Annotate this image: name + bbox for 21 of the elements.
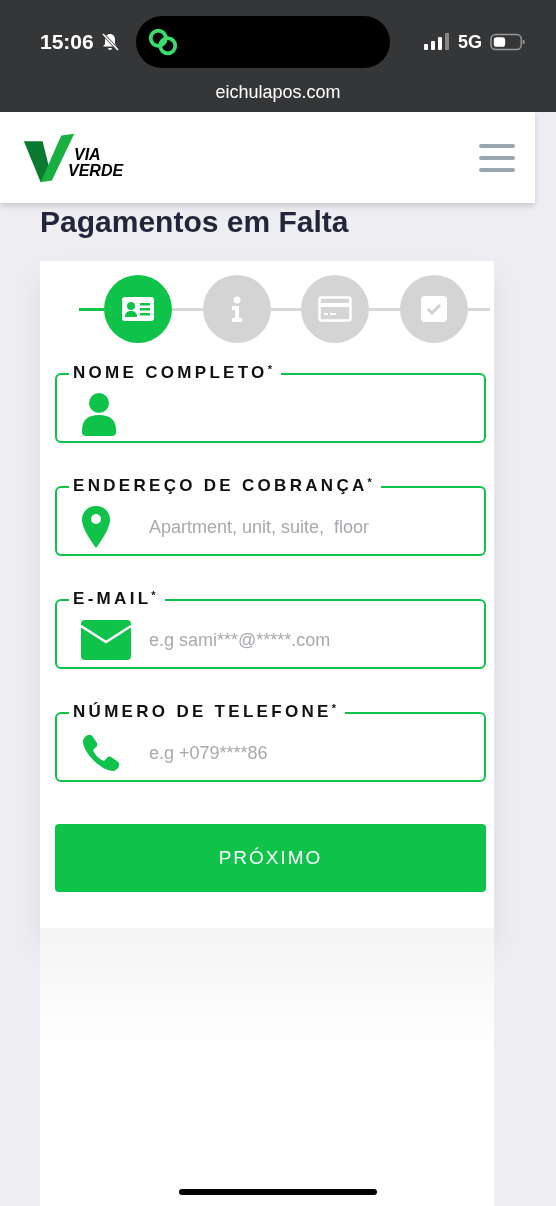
person-icon xyxy=(81,392,117,436)
input-field[interactable]: Apartment, unit, suite, floor xyxy=(147,515,474,539)
location-pin-icon xyxy=(81,505,111,549)
page-title: Pagamentos em Falta xyxy=(40,204,350,240)
credit-card-icon xyxy=(318,296,353,322)
input-field[interactable]: e.g sami***@*****.com xyxy=(147,628,474,652)
logo-text: VIA xyxy=(74,146,102,163)
muted-bell-icon xyxy=(99,32,120,52)
url-text[interactable]: eichulapos.com xyxy=(0,82,556,103)
id-card-icon xyxy=(121,295,155,323)
status-time: 15:06 xyxy=(40,30,94,54)
logo-text: VERDE xyxy=(68,162,124,179)
signal-icon xyxy=(424,33,450,51)
checkbox-icon xyxy=(421,296,447,322)
info-icon xyxy=(230,296,243,322)
input-field[interactable]: e.g +079****86 xyxy=(147,741,474,765)
network-label: 5G xyxy=(458,31,482,53)
battery-icon xyxy=(490,32,526,52)
menu-icon[interactable] xyxy=(479,143,515,172)
envelope-icon xyxy=(81,620,131,660)
phone-icon xyxy=(81,733,121,773)
